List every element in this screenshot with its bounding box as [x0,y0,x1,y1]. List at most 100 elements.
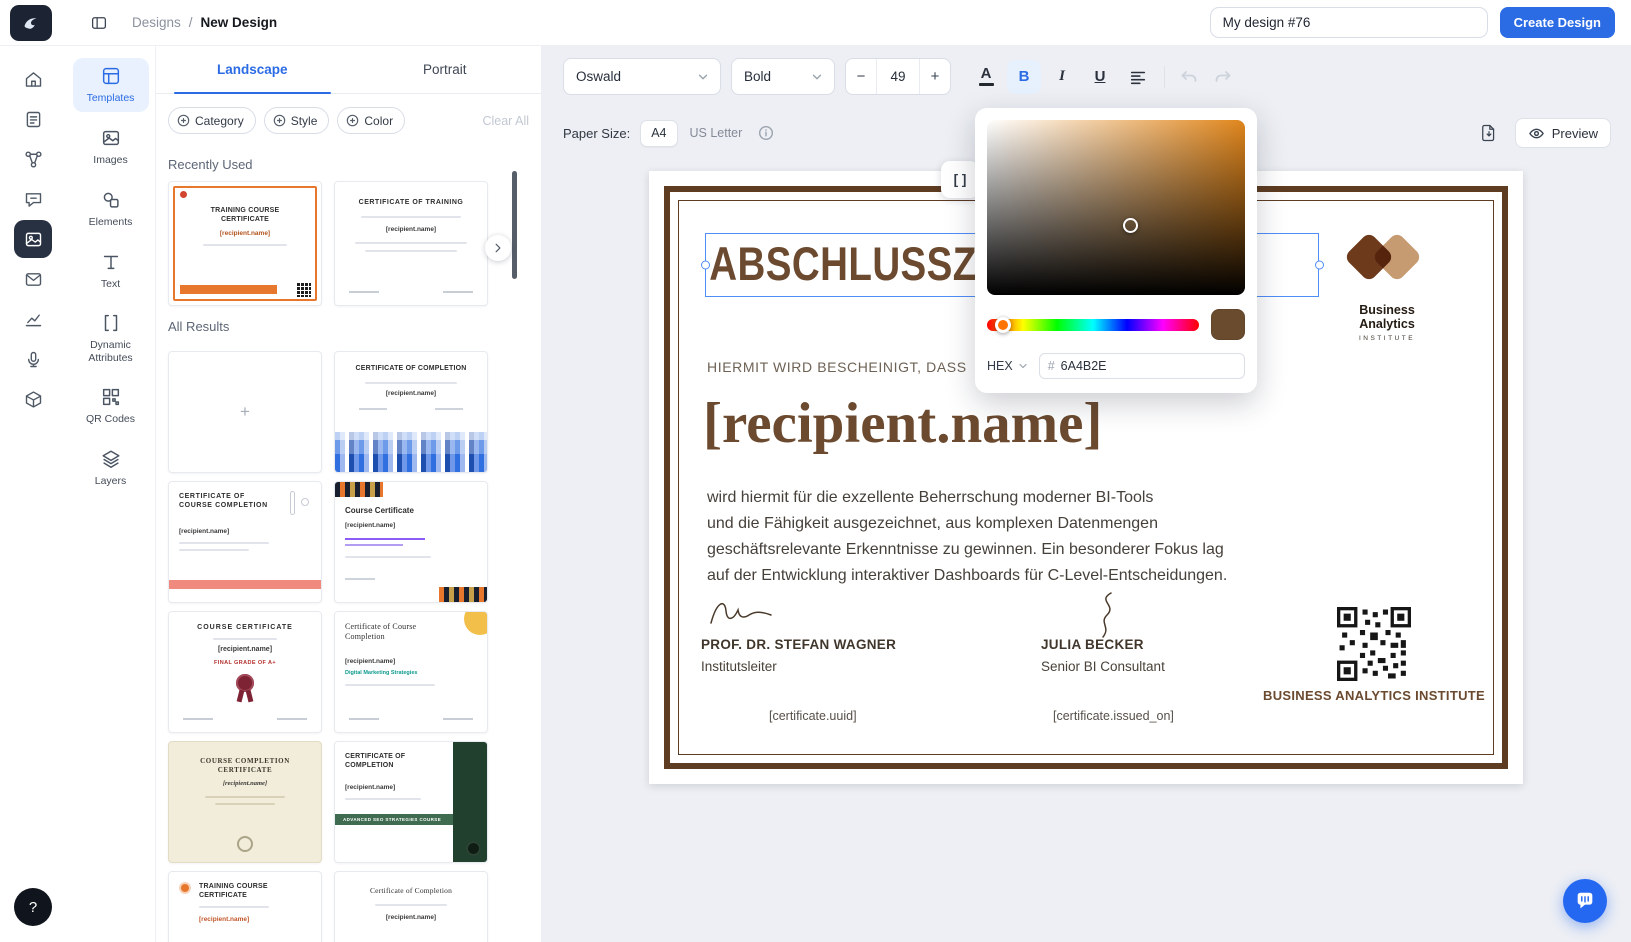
text-color-button[interactable]: A [969,60,1003,94]
template-thumbnail[interactable]: Certificate of Course Completion [recipi… [334,611,488,733]
institute-logo[interactable]: Business Analytics INSTITUTE [1339,227,1435,351]
saturation-brightness-area[interactable] [987,120,1245,295]
template-thumbnail[interactable]: CERTIFICATE OF TRAINING [recipient.name] [334,181,488,306]
paper-size-a4-button[interactable]: A4 [640,119,678,147]
italic-button[interactable]: I [1045,60,1079,94]
decrease-font-size-button[interactable]: − [846,68,876,85]
template-thumbnail[interactable]: TRAINING COURSE CERTIFICATE [recipient.n… [168,871,322,942]
flower-logo-icon [181,884,189,892]
design-name-input[interactable] [1209,7,1488,38]
logo-name: Business Analytics [1359,303,1415,331]
breadcrumb-parent[interactable]: Designs [132,15,181,30]
text-align-button[interactable] [1121,60,1155,94]
rail-pages-button[interactable] [14,100,52,138]
insert-dynamic-attribute-button[interactable]: [ ] [941,161,979,198]
hex-input[interactable] [1060,359,1236,373]
rail-feedback-button[interactable] [14,180,52,218]
accent-band [169,580,321,589]
template-title: CERTIFICATE OF TRAINING [358,199,464,206]
text-toolbar: Oswald Bold − 49 + A B I U [563,58,1238,95]
signer1-name[interactable]: PROF. DR. STEFAN WAGNER [701,637,896,652]
scroll-recent-next-button[interactable] [485,235,511,261]
help-button[interactable]: ? [14,888,52,926]
signer1-role[interactable]: Institutsleiter [701,659,777,674]
signature-1[interactable] [705,595,775,636]
certificate-qr-code[interactable] [1337,607,1411,681]
text-icon [103,255,118,270]
font-weight-select[interactable]: Bold [731,58,835,95]
template-thumbnail[interactable]: TRAINING COURSE CERTIFICATE [recipient.n… [168,181,322,306]
font-family-select[interactable]: Oswald [563,58,721,95]
signature-stroke-icon [1102,592,1112,638]
create-design-button[interactable]: Create Design [1499,7,1615,38]
rail-voice-button[interactable] [14,340,52,378]
organization-name[interactable]: BUSINESS ANALYTICS INSTITUTE [1261,687,1487,704]
editor-sidebar: Templates Images Elements Text Dynamic A… [66,46,156,942]
rail-mail-button[interactable] [14,260,52,298]
template-thumbnail[interactable]: CERTIFICATE OF COMPLETION [recipient.nam… [334,351,488,473]
certificate-intro-text[interactable]: HIERMIT WIRD BESCHEINIGT, DASS [707,359,967,375]
hue-slider[interactable] [987,316,1199,333]
increase-font-size-button[interactable]: + [920,68,950,85]
filter-category[interactable]: Category [168,107,256,134]
template-thumbnail[interactable]: CERTIFICATE OF COURSE COMPLETION [recipi… [168,481,322,603]
rail-media-button[interactable] [14,220,52,258]
blank-template-card[interactable]: + [168,351,322,473]
filter-label: Color [364,113,394,128]
font-size-value[interactable]: 49 [876,59,920,94]
support-chat-button[interactable] [1563,879,1607,923]
signer2-name[interactable]: JULIA BECKER [1041,637,1144,652]
rail-home-button[interactable] [14,60,52,98]
recipient-name-placeholder[interactable]: [recipient.name] [703,391,1102,456]
underline-button[interactable]: U [1083,60,1117,94]
sidebar-item-elements[interactable]: Elements [73,182,149,236]
template-thumbnail[interactable]: COURSE COMPLETION CERTIFICATE [recipient… [168,741,322,863]
panel-scrollbar[interactable] [512,171,517,279]
export-pdf-button[interactable] [1479,123,1499,143]
rail-analytics-button[interactable] [14,300,52,338]
signer2-role[interactable]: Senior BI Consultant [1041,659,1165,674]
sidebar-item-qr-codes[interactable]: QR Codes [73,379,149,433]
template-thumbnail[interactable]: Certificate of Completion [recipient.nam… [334,871,488,942]
redo-button[interactable] [1208,60,1238,94]
tab-portrait[interactable]: Portrait [349,46,542,93]
hue-slider-thumb[interactable] [995,316,1011,333]
resize-handle-right[interactable] [1314,260,1324,270]
clear-all-filters[interactable]: Clear All [482,114,529,128]
app-logo[interactable] [10,4,52,41]
certificate-body-text[interactable]: wird hiermit für die exzellente Beherrsc… [707,485,1227,589]
sidebar-item-label: Layers [94,475,127,488]
resize-handle-left[interactable] [700,260,710,270]
bold-button[interactable]: B [1007,59,1041,94]
paper-size-us-letter-button[interactable]: US Letter [690,126,743,140]
template-thumbnail[interactable]: COURSE CERTIFICATE [recipient.name] FINA… [168,611,322,733]
sidebar-item-dynamic-attributes[interactable]: Dynamic Attributes [73,306,149,371]
undo-button[interactable] [1174,60,1204,94]
template-title: Certificate of Course Completion [345,622,417,642]
paper-size-info-button[interactable] [758,125,774,141]
template-thumbnail[interactable]: CERTIFICATE OF COMPLETION [recipient.nam… [334,741,488,863]
color-mode-select[interactable]: HEX [987,359,1029,373]
sidebar-item-text[interactable]: Text [73,244,149,298]
filter-color[interactable]: Color [337,107,406,134]
checker-pattern [439,587,487,602]
color-indicator-bar [978,83,994,86]
color-mode-value: HEX [987,359,1013,373]
certificate-issued-placeholder[interactable]: [certificate.issued_on] [1053,709,1174,723]
filter-style[interactable]: Style [263,107,330,134]
rail-apps-button[interactable] [14,380,52,418]
apps-icon [25,390,41,408]
undo-icon [1181,70,1197,82]
stamp-icon [237,836,253,852]
sidebar-item-templates[interactable]: Templates [72,58,149,112]
collapse-sidebar-button[interactable] [90,14,108,32]
sidebar-item-images[interactable]: Images [73,120,149,174]
template-title: COURSE CERTIFICATE [197,624,293,631]
rail-workflow-button[interactable] [14,140,52,178]
tab-landscape[interactable]: Landscape [156,46,349,94]
template-thumbnail[interactable]: Course Certificate [recipient.name] [334,481,488,603]
color-cursor[interactable] [1123,218,1138,233]
certificate-uuid-placeholder[interactable]: [certificate.uuid] [769,709,857,723]
sidebar-item-layers[interactable]: Layers [73,441,149,495]
preview-button[interactable]: Preview [1514,118,1611,148]
